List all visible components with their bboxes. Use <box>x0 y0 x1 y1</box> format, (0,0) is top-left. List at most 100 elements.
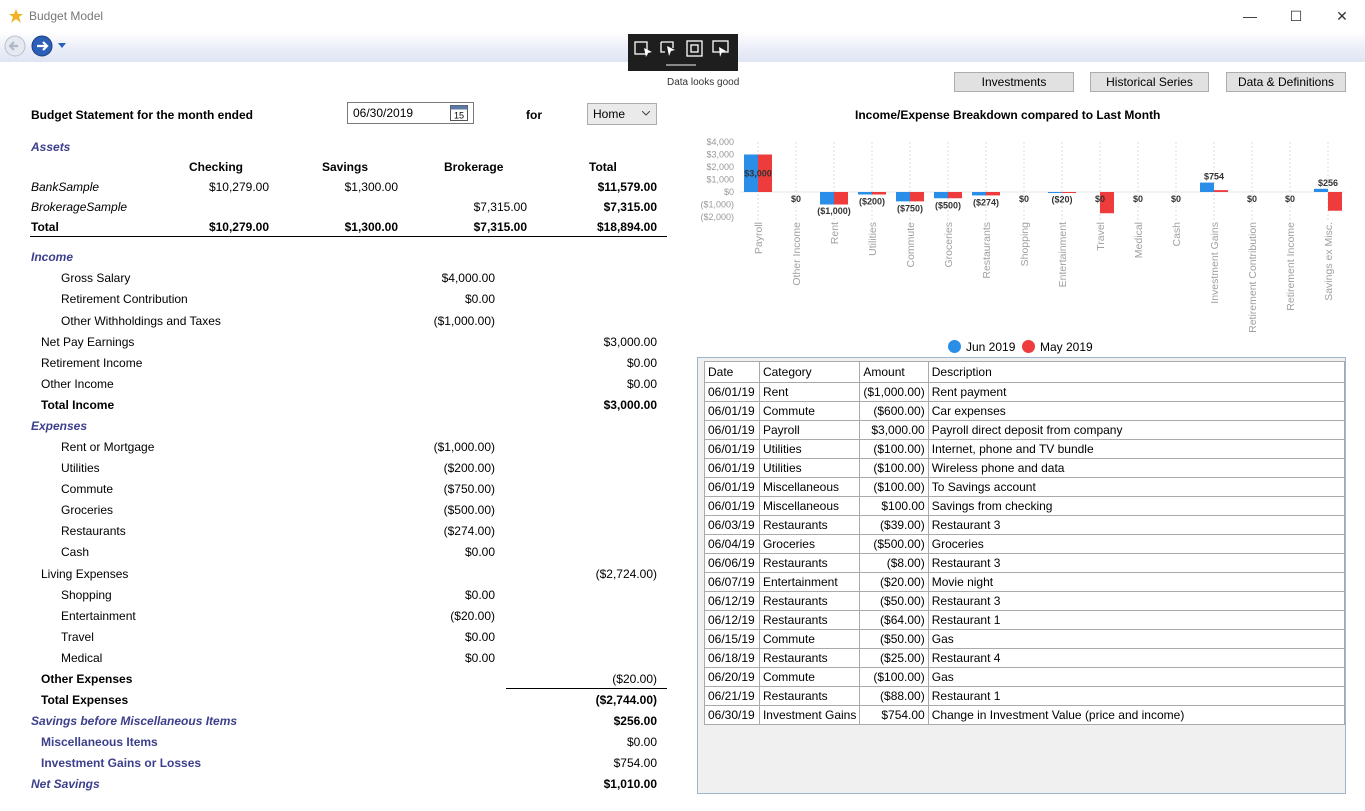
table-row[interactable]: 06/03/19 Restaurants ($39.00) Restaurant 3 <box>704 515 1346 535</box>
category-label: Shopping <box>1019 222 1031 267</box>
line-value: ($20.00) <box>612 672 657 686</box>
bar-jun <box>896 192 910 202</box>
total-expenses-value: ($2,744.00) <box>595 693 657 707</box>
select-element-icon[interactable] <box>634 40 654 58</box>
cell-amount: ($1,000.00) <box>859 382 929 402</box>
table-row[interactable]: 06/15/19 Commute ($50.00) Gas <box>704 629 1346 649</box>
cell-date: 06/18/19 <box>704 648 760 668</box>
data-label: ($1,000) <box>817 206 851 216</box>
cell-category: Commute <box>758 401 861 421</box>
col-checking: Checking <box>189 160 244 174</box>
table-row[interactable]: 06/01/19 Utilities ($100.00) Wireless phone… <box>704 458 1346 478</box>
title-bar <box>0 0 1365 32</box>
data-label: ($274) <box>973 197 999 207</box>
line-value: $0.00 <box>464 292 495 306</box>
table-row[interactable]: 06/07/19 Entertainment ($20.00) Movie night <box>704 572 1346 592</box>
cell-category: Entertainment <box>758 572 861 592</box>
line-label: Other Expenses <box>41 672 133 686</box>
table-row[interactable]: 06/04/19 Groceries ($500.00) Groceries <box>704 534 1346 554</box>
data-label: ($500) <box>935 200 961 210</box>
table-row[interactable]: 06/06/19 Restaurants ($8.00) Restaurant 3 <box>704 553 1346 573</box>
line-label: Entertainment <box>61 609 136 623</box>
net-savings-label: Net Savings <box>31 777 100 791</box>
col-savings: Savings <box>322 160 369 174</box>
data-label: $0 <box>1019 194 1029 204</box>
for-label: for <box>526 108 542 122</box>
line-value: ($1,000.00) <box>433 440 495 454</box>
close-button[interactable]: ✕ <box>1319 0 1365 32</box>
line-label: Retirement Contribution <box>61 292 188 306</box>
table-row[interactable]: 06/01/19 Miscellaneous $100.00 Savings from… <box>704 496 1346 516</box>
cell-amount: ($64.00) <box>859 610 929 630</box>
bar-jun <box>820 192 834 205</box>
table-row[interactable]: 06/12/19 Restaurants ($64.00) Restaurant 1 <box>704 610 1346 630</box>
data-label: $0 <box>1133 194 1143 204</box>
line-value: $4,000.00 <box>441 271 495 285</box>
investments-button[interactable]: Investments <box>954 72 1074 92</box>
table-row[interactable]: 06/21/19 Restaurants ($88.00) Restaurant 1 <box>704 686 1346 706</box>
line-value: $0.00 <box>464 630 495 644</box>
line-value: ($500.00) <box>443 503 495 517</box>
back-arrow-icon[interactable] <box>4 35 26 57</box>
data-label: ($200) <box>859 197 885 207</box>
total-income-label: Total Income <box>41 398 115 412</box>
maximize-button[interactable]: ☐ <box>1273 0 1319 32</box>
pointer-select-icon[interactable] <box>659 40 679 58</box>
table-row[interactable]: 06/01/19 Miscellaneous ($100.00) To Savings… <box>704 477 1346 497</box>
table-row[interactable]: 06/20/19 Commute ($100.00) Gas <box>704 667 1346 687</box>
calendar-icon[interactable]: 15 <box>450 104 468 121</box>
header-amount[interactable]: Amount <box>859 361 929 383</box>
category-label: Cash <box>1171 222 1183 247</box>
col-brokerage: Brokerage <box>444 160 504 174</box>
y-tick-label: $0 <box>724 187 734 197</box>
header-category[interactable]: Category <box>758 361 861 383</box>
legend-label-jun: Jun 2019 <box>966 340 1016 354</box>
forward-arrow-icon[interactable] <box>31 35 53 57</box>
cell-description: Rent payment <box>927 382 1346 402</box>
data-definitions-button[interactable]: Data & Definitions <box>1226 72 1346 92</box>
header-date[interactable]: Date <box>704 361 760 383</box>
line-value: ($200.00) <box>443 461 495 475</box>
history-dropdown-icon[interactable] <box>58 43 66 49</box>
cell-description: Internet, phone and TV bundle <box>927 439 1346 459</box>
line-label: Shopping <box>61 588 112 602</box>
cell-amount: ($100.00) <box>859 477 929 497</box>
cell-category: Miscellaneous <box>758 496 861 516</box>
asset-total-label: Total <box>31 220 59 234</box>
table-row[interactable]: 06/18/19 Restaurants ($25.00) Restaurant 4 <box>704 648 1346 668</box>
bar-jun <box>858 192 872 195</box>
line-label: Net Pay Earnings <box>41 335 135 349</box>
cell-amount: ($50.00) <box>859 591 929 611</box>
line-value: $0.00 <box>464 545 495 559</box>
table-row[interactable]: 06/01/19 Payroll $3,000.00 Payroll direct d… <box>704 420 1346 440</box>
line-value: $0.00 <box>626 356 657 370</box>
y-tick-label: ($1,000) <box>700 200 734 210</box>
cell-amount: $754.00 <box>859 705 929 725</box>
data-label: $0 <box>1247 194 1257 204</box>
table-row[interactable]: 06/01/19 Utilities ($100.00) Internet, phon… <box>704 439 1346 459</box>
cell-amount: ($25.00) <box>859 648 929 668</box>
category-label: Investment Gains <box>1209 222 1221 304</box>
historical-series-button[interactable]: Historical Series <box>1090 72 1209 92</box>
table-row[interactable]: 06/01/19 Rent ($1,000.00) Rent payment <box>704 382 1346 402</box>
minimize-button[interactable]: — <box>1227 0 1273 32</box>
cell-amount: ($8.00) <box>859 553 929 573</box>
header-description[interactable]: Description <box>927 361 1346 383</box>
frame-select-icon[interactable] <box>685 40 705 58</box>
income-label: Income <box>31 250 74 264</box>
line-value: $0.00 <box>626 377 657 391</box>
track-element-icon[interactable] <box>711 40 731 58</box>
cell-amount: ($100.00) <box>859 439 929 459</box>
table-row[interactable]: 06/30/19 Investment Gains $754.00 Change in… <box>704 705 1346 725</box>
table-row[interactable]: 06/12/19 Restaurants ($50.00) Restaurant 3 <box>704 591 1346 611</box>
toolbar-grip[interactable] <box>666 64 696 66</box>
line-label: Medical <box>61 651 103 665</box>
table-row[interactable]: 06/01/19 Commute ($600.00) Car expenses <box>704 401 1346 421</box>
cell-category: Utilities <box>758 439 861 459</box>
data-label: $3,000 <box>744 169 772 179</box>
chevron-down-icon[interactable] <box>642 111 650 116</box>
cell-date: 06/07/19 <box>704 572 760 592</box>
cell-amount: ($100.00) <box>859 458 929 478</box>
transactions-grid[interactable]: Date Category Amount Description 06/01/1… <box>697 357 1346 794</box>
calendar-day: 15 <box>454 111 464 121</box>
